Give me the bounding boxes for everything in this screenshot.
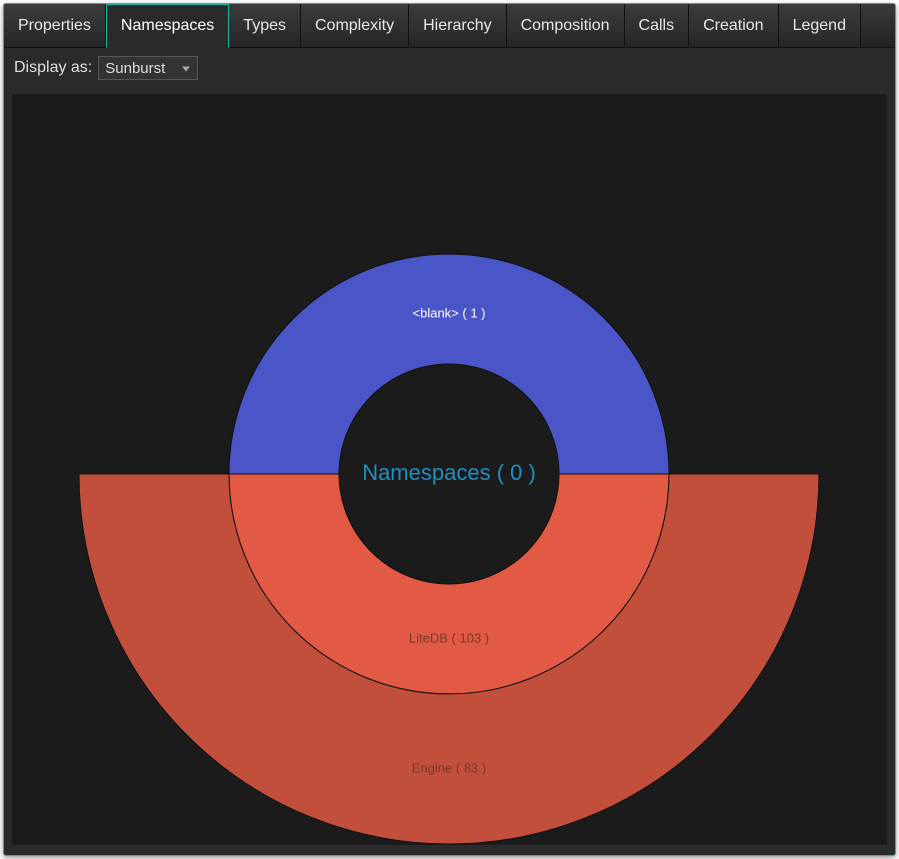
toolbar: Display as: Sunburst bbox=[4, 48, 895, 88]
chart-center-label: Namespaces ( 0 ) bbox=[362, 460, 536, 485]
tab-label: Properties bbox=[18, 17, 91, 35]
tab-bar: Properties Namespaces Types Complexity H… bbox=[4, 4, 895, 48]
tab-namespaces[interactable]: Namespaces bbox=[106, 4, 229, 48]
sunburst-chart: Namespaces ( 0 ) <blank> ( 1 ) LiteDB ( … bbox=[12, 94, 887, 845]
tab-properties[interactable]: Properties bbox=[4, 4, 106, 47]
arc-label-engine: Engine ( 83 ) bbox=[412, 760, 486, 775]
tab-label: Complexity bbox=[315, 17, 394, 35]
tab-label: Types bbox=[243, 17, 286, 35]
tab-calls[interactable]: Calls bbox=[625, 4, 690, 47]
tab-label: Namespaces bbox=[121, 17, 214, 35]
tab-composition[interactable]: Composition bbox=[507, 4, 625, 47]
tab-label: Composition bbox=[521, 17, 610, 35]
tab-label: Legend bbox=[793, 17, 846, 35]
arc-blank[interactable] bbox=[229, 254, 669, 474]
sunburst-svg: Namespaces ( 0 ) <blank> ( 1 ) LiteDB ( … bbox=[12, 94, 887, 845]
display-as-select[interactable]: Sunburst bbox=[98, 56, 198, 80]
app-window: Properties Namespaces Types Complexity H… bbox=[3, 3, 896, 856]
arc-label-blank: <blank> ( 1 ) bbox=[413, 305, 486, 320]
tab-label: Creation bbox=[703, 17, 763, 35]
display-as-value: Sunburst bbox=[105, 60, 165, 77]
tab-label: Calls bbox=[639, 17, 675, 35]
arc-label-litedb: LiteDB ( 103 ) bbox=[409, 630, 489, 645]
tab-hierarchy[interactable]: Hierarchy bbox=[409, 4, 506, 47]
display-as-label: Display as: bbox=[14, 59, 92, 77]
tab-types[interactable]: Types bbox=[229, 4, 301, 47]
tab-complexity[interactable]: Complexity bbox=[301, 4, 409, 47]
tab-legend[interactable]: Legend bbox=[779, 4, 861, 47]
tab-creation[interactable]: Creation bbox=[689, 4, 778, 47]
tab-label: Hierarchy bbox=[423, 17, 491, 35]
